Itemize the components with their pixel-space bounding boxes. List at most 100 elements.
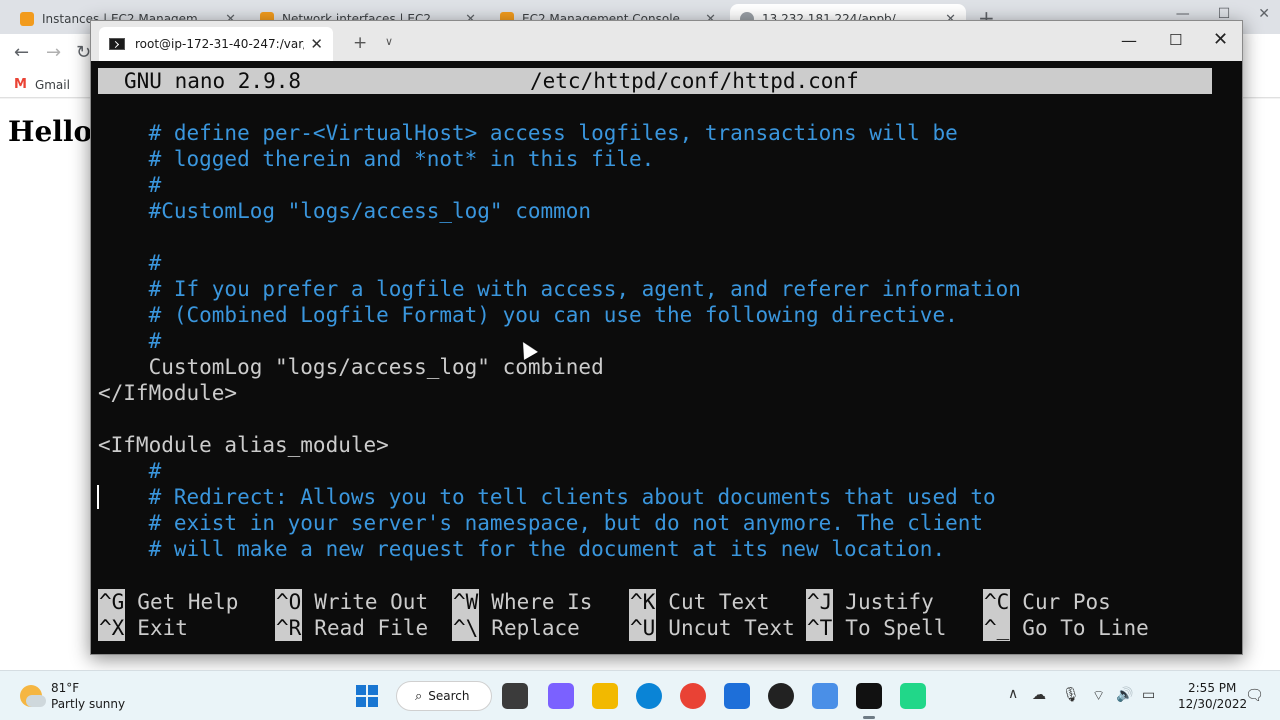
- folder-app-icon[interactable]: [592, 683, 618, 709]
- windows-logo-pane: [368, 685, 378, 695]
- shortcut-label: Replace: [491, 616, 580, 640]
- nano-line: # If you prefer a logfile with access, a…: [98, 277, 1021, 301]
- nano-line: # Redirect: Allows you to tell clients a…: [98, 485, 996, 509]
- nano-line: # logged therein and *not* in this file.: [98, 147, 655, 171]
- weather-temperature[interactable]: 81°F: [51, 681, 79, 695]
- aws-icon: [20, 12, 34, 26]
- notification-icon[interactable]: 🗨: [1245, 686, 1264, 704]
- chevron-up-icon[interactable]: ∧: [1008, 686, 1018, 702]
- terminal-titlebar[interactable]: root@ip-172-31-40-247:/var/\ ✕ + ∨ — ☐ ✕: [91, 21, 1242, 61]
- shortcut-exit[interactable]: ^X Exit: [98, 615, 188, 641]
- shortcut-uncut-text[interactable]: ^U Uncut Text: [629, 615, 795, 641]
- nano-line: #: [98, 329, 162, 353]
- nano-line: # (Combined Logfile Format) you can use …: [98, 303, 958, 327]
- shortcut-label: Go To Line: [1022, 616, 1149, 640]
- terminal-app-icon[interactable]: [856, 683, 882, 709]
- volume-icon[interactable]: 🔊: [1116, 687, 1133, 703]
- taskbar-search-label: Search: [428, 689, 470, 703]
- terminal-window: root@ip-172-31-40-247:/var/\ ✕ + ∨ — ☐ ✕…: [90, 20, 1243, 655]
- clock-date[interactable]: 12/30/2022: [1178, 697, 1247, 711]
- nano-line: # exist in your server's namespace, but …: [98, 511, 984, 535]
- clock-time[interactable]: 2:55 PM: [1188, 681, 1236, 695]
- shortcut-label: Cut Text: [668, 590, 770, 614]
- chrome-app-icon[interactable]: [680, 683, 706, 709]
- battery-icon[interactable]: ▭: [1142, 687, 1155, 703]
- start-button[interactable]: [356, 685, 378, 707]
- shortcut-key: ^J: [806, 589, 834, 615]
- taskbar-search-button[interactable]: ⌕ Search: [396, 681, 492, 711]
- terminal-tab[interactable]: root@ip-172-31-40-247:/var/\ ✕: [99, 27, 333, 61]
- shortcut-label: Cur Pos: [1022, 590, 1111, 614]
- new-terminal-tab-button[interactable]: +: [353, 33, 367, 53]
- windows-logo-pane: [356, 697, 366, 707]
- nano-header-bar: GNU nano 2.9.8 /etc/httpd/conf/httpd.con…: [98, 68, 1212, 94]
- close-icon[interactable]: ✕: [1258, 6, 1270, 22]
- onedrive-cloud-icon[interactable]: ☁: [1032, 687, 1046, 703]
- nano-line: #: [98, 251, 162, 275]
- shortcut-justify[interactable]: ^J Justify: [806, 589, 934, 615]
- wifi-icon[interactable]: ⌔: [1092, 687, 1105, 705]
- teams-app-icon[interactable]: [548, 683, 574, 709]
- nano-line: #: [98, 173, 162, 197]
- shortcut-cur-pos[interactable]: ^C Cur Pos: [983, 589, 1111, 615]
- reload-icon[interactable]: ↻: [76, 42, 91, 63]
- nano-line: #: [98, 459, 162, 483]
- obs-app-icon[interactable]: [768, 683, 794, 709]
- taskbar: 81°F Partly sunny ⌕ Search ∧ ☁ 🎙 ⌔ 🔊 ▭ 2…: [0, 670, 1280, 720]
- store-app-icon[interactable]: [724, 683, 750, 709]
- shortcut-where-is[interactable]: ^W Where Is: [452, 589, 592, 615]
- shortcut-cut-text[interactable]: ^K Cut Text: [629, 589, 769, 615]
- shortcut-key: ^O: [275, 589, 303, 615]
- shortcut-key: ^U: [629, 615, 657, 641]
- shortcut-read-file[interactable]: ^R Read File: [275, 615, 428, 641]
- weather-description[interactable]: Partly sunny: [51, 697, 125, 711]
- shortcut-key: ^\: [452, 615, 480, 641]
- nano-line: <IfModule alias_module>: [98, 433, 389, 457]
- close-icon[interactable]: ✕: [310, 35, 323, 53]
- shortcut-label: Get Help: [137, 590, 239, 614]
- shortcut-to-spell[interactable]: ^T To Spell: [806, 615, 946, 641]
- running-indicator: [863, 716, 875, 719]
- shortcut-key: ^T: [806, 615, 834, 641]
- nano-line: #CustomLog "logs/access_log" common: [98, 199, 592, 223]
- bookmark-gmail[interactable]: Gmail: [35, 78, 70, 92]
- shortcut-key: ^_: [983, 615, 1011, 641]
- minimize-button[interactable]: —: [1121, 31, 1137, 50]
- nano-version: GNU nano 2.9.8: [124, 69, 302, 93]
- forward-arrow-icon[interactable]: →: [46, 42, 61, 63]
- shortcut-label: Exit: [137, 616, 188, 640]
- nano-line: </IfModule>: [98, 381, 238, 405]
- shortcut-go-to-line[interactable]: ^_ Go To Line: [983, 615, 1149, 641]
- shortcut-replace[interactable]: ^\ Replace: [452, 615, 580, 641]
- shortcut-label: Where Is: [491, 590, 593, 614]
- back-arrow-icon[interactable]: ←: [14, 42, 29, 63]
- shortcut-key: ^W: [452, 589, 480, 615]
- search-icon: ⌕: [415, 688, 423, 704]
- notepad-app-icon[interactable]: [812, 683, 838, 709]
- file-explorer-app-icon[interactable]: [502, 683, 528, 709]
- chevron-down-icon[interactable]: ∨: [385, 35, 393, 48]
- terminal-screen[interactable]: GNU nano 2.9.8 /etc/httpd/conf/httpd.con…: [91, 61, 1242, 654]
- page-heading: Hello: [8, 115, 93, 148]
- shortcut-label: Uncut Text: [668, 616, 795, 640]
- gmail-icon: M: [14, 77, 27, 92]
- shortcut-label: Read File: [314, 616, 429, 640]
- nano-filename: /etc/httpd/conf/httpd.conf: [530, 69, 859, 93]
- microphone-icon[interactable]: 🎙: [1062, 687, 1080, 703]
- text-cursor: [97, 485, 99, 509]
- terminal-icon: [109, 38, 125, 50]
- shortcut-key: ^K: [629, 589, 657, 615]
- maximize-button[interactable]: ☐: [1169, 31, 1182, 49]
- shortcut-write-out[interactable]: ^O Write Out: [275, 589, 428, 615]
- close-window-button[interactable]: ✕: [1213, 29, 1228, 50]
- pycharm-app-icon[interactable]: [900, 683, 926, 709]
- shortcut-key: ^G: [98, 589, 126, 615]
- nano-line: # will make a new request for the docume…: [98, 537, 946, 561]
- shortcut-key: ^X: [98, 615, 126, 641]
- nano-line: CustomLog "logs/access_log" combined: [98, 355, 604, 379]
- partly-sunny-icon[interactable]: [20, 685, 46, 707]
- shortcut-key: ^R: [275, 615, 303, 641]
- shortcut-label: Justify: [845, 590, 934, 614]
- shortcut-get-help[interactable]: ^G Get Help: [98, 589, 238, 615]
- edge-app-icon[interactable]: [636, 683, 662, 709]
